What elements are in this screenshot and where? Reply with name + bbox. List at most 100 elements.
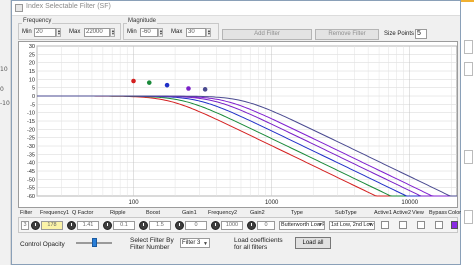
filter-control-point-3 — [164, 82, 170, 88]
y-tick-label: -25 — [27, 136, 35, 142]
select-filter-label-line1: Select Filter By — [130, 237, 174, 244]
bg-axis-label: 0 — [0, 86, 4, 93]
column-header: Type — [291, 210, 303, 216]
y-tick-label: 10 — [29, 77, 35, 83]
active1-checkbox[interactable] — [381, 221, 389, 229]
y-tick-label: -15 — [27, 119, 35, 125]
bg-panel — [464, 62, 473, 76]
frequency1-knob-icon[interactable] — [31, 221, 40, 230]
y-tick-label: -35 — [27, 152, 35, 158]
y-tick-label: -60 — [27, 194, 35, 200]
y-tick-label: 0 — [32, 94, 35, 100]
type-select[interactable]: Butterworth Low Pass ▼ — [279, 221, 325, 230]
chevron-down-icon: ▼ — [368, 222, 373, 228]
subtype-select[interactable]: 1st Low, 2nd Low ▼ — [329, 221, 375, 230]
filter-control-point-2 — [146, 80, 152, 85]
column-header: Q Factor — [72, 210, 94, 216]
frequency2-knob-icon[interactable] — [211, 221, 220, 230]
table-row[interactable]: 3 178 1.41 0.1 1.5 0 1000 0 Butterworth … — [18, 217, 458, 233]
gain1-knob-icon[interactable] — [175, 221, 184, 230]
frequency-min-spinner[interactable]: ▲ ▼ — [56, 28, 61, 37]
column-header: SubType — [335, 210, 357, 216]
ripple-cell[interactable]: 0.1 — [113, 221, 135, 230]
column-header: Gain2 — [250, 210, 265, 216]
remove-filter-button[interactable]: Remove Filter — [315, 29, 379, 40]
magnitude-min-label: Min — [127, 29, 137, 35]
y-tick-label: -5 — [30, 102, 35, 108]
select-filter-label-line2: Filter Number — [130, 244, 170, 251]
bypass-checkbox[interactable] — [435, 221, 443, 229]
column-header: Gain1 — [182, 210, 197, 216]
size-points-input[interactable]: 5 — [415, 29, 427, 39]
select-filter-dropdown[interactable]: Filter 3 ▼ — [180, 238, 210, 248]
app-icon — [15, 4, 23, 12]
boost-cell[interactable]: 1.5 — [149, 221, 171, 230]
y-tick-label: -30 — [27, 144, 35, 150]
magnitude-min-input[interactable]: -60 — [140, 28, 158, 37]
bg-accent-line — [461, 0, 474, 2]
q-factor-knob-icon[interactable] — [67, 221, 76, 230]
column-header: Bypass — [429, 210, 448, 216]
bg-panel — [464, 150, 473, 164]
background-app-right-strip — [461, 0, 474, 265]
control-opacity-label: Control Opacity — [20, 241, 65, 248]
column-header: Color — [448, 210, 462, 216]
chart-canvas[interactable]: 30 25 20 15 10 5 0 -5 -10 -15 -20 -25 -30 -35 -40 -45 -5… — [19, 42, 457, 207]
magnitude-max-label: Max — [171, 29, 183, 35]
y-tick-label: -50 — [27, 177, 35, 183]
chevron-down-icon: ▼ — [203, 241, 208, 247]
column-header: Ripple — [110, 210, 126, 216]
size-points-label: Size Points — [384, 31, 415, 37]
frequency2-cell[interactable]: 1000 — [221, 221, 243, 230]
bg-axis-label: 10 — [0, 66, 8, 73]
select-filter-value: Filter 3 — [182, 240, 201, 246]
y-tick-label: -40 — [27, 161, 35, 167]
frequency-max-spinner[interactable]: ▲ ▼ — [110, 28, 115, 37]
filter-index-cell[interactable]: 3 — [21, 221, 29, 230]
column-header: Active2 — [393, 210, 412, 216]
load-coefficients-label-line2: for all filters — [234, 244, 268, 251]
y-tick-label: 5 — [32, 86, 35, 92]
view-checkbox[interactable] — [417, 221, 425, 229]
y-tick-label: 25 — [29, 52, 35, 58]
add-filter-button[interactable]: Add Filter — [222, 29, 312, 40]
y-tick-label: 15 — [29, 69, 35, 75]
magnitude-max-input[interactable]: 30 — [186, 28, 206, 37]
frequency-min-label: Min — [22, 29, 32, 35]
opacity-slider-thumb[interactable] — [92, 238, 97, 247]
active2-checkbox[interactable] — [399, 221, 407, 229]
gain1-cell[interactable]: 0 — [185, 221, 207, 230]
bg-panel — [464, 210, 473, 224]
frequency-max-input[interactable]: 22000 — [84, 28, 110, 37]
boost-knob-icon[interactable] — [139, 221, 148, 230]
x-tick-label: 1000 — [265, 200, 279, 206]
y-tick-label: -55 — [27, 186, 35, 192]
y-tick-label: -20 — [27, 127, 35, 133]
column-header: Frequency2 — [208, 210, 238, 216]
column-header: Filter — [20, 210, 33, 216]
y-tick-label: -45 — [27, 169, 35, 175]
frequency-response-chart[interactable]: 30 25 20 15 10 5 0 -5 -10 -15 -20 -25 -30 -35 -40 -45 -5… — [18, 41, 458, 208]
magnitude-max-spinner[interactable]: ▲ ▼ — [206, 28, 211, 37]
ripple-knob-icon[interactable] — [103, 221, 112, 230]
magnitude-min-spinner[interactable]: ▲ ▼ — [158, 28, 163, 37]
y-tick-label: 20 — [29, 61, 35, 67]
load-coefficients-label-line1: Load coefficients — [234, 237, 283, 244]
q-factor-cell[interactable]: 1.41 — [77, 221, 99, 230]
column-header: Boost — [146, 210, 161, 216]
magnitude-group-label: Magnitude — [127, 18, 158, 24]
gain2-knob-icon[interactable] — [247, 221, 256, 230]
frequency1-cell[interactable]: 178 — [41, 221, 63, 230]
window-title: Index Selectable Filter (SF) — [26, 3, 111, 10]
gain2-cell[interactable]: 0 — [257, 221, 275, 230]
y-tick-label: -10 — [27, 111, 35, 117]
frequency-min-input[interactable]: 20 — [34, 28, 56, 37]
column-header: Frequency1 — [40, 210, 70, 216]
color-swatch[interactable] — [451, 221, 458, 229]
background-app-left-strip: 10 0 -10 — [0, 0, 11, 265]
table-header: Filter Frequency1 Q Factor Ripple Boost Gain1… — [12, 209, 462, 217]
filter-control-point-4 — [186, 86, 191, 91]
title-bar: Index Selectable Filter (SF) — [12, 1, 460, 16]
y-tick-label: 30 — [29, 44, 35, 50]
load-all-button[interactable]: Load all — [295, 237, 331, 249]
